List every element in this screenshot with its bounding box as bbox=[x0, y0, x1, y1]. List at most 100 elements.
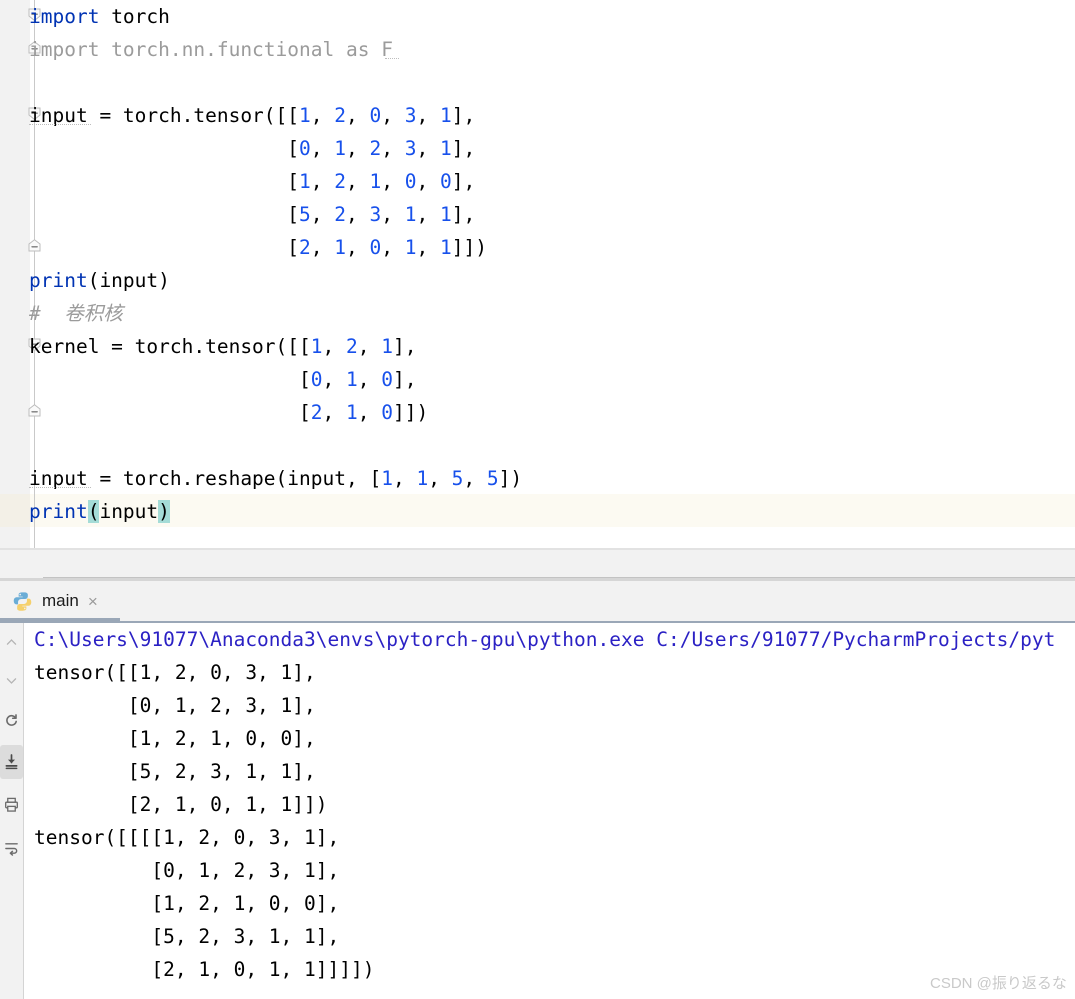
code-token: , bbox=[428, 467, 451, 490]
console-line: [5, 2, 3, 1, 1], bbox=[34, 920, 339, 953]
code-token: , bbox=[346, 137, 369, 160]
code-token: 2 bbox=[370, 137, 382, 160]
code-token: 5 bbox=[452, 467, 464, 490]
code-token: ]]) bbox=[393, 401, 428, 424]
code-line[interactable]: input = torch.tensor([[1, 2, 0, 3, 1], bbox=[29, 99, 475, 132]
code-token: [ bbox=[29, 170, 299, 193]
code-line[interactable]: [5, 2, 3, 1, 1], bbox=[29, 198, 475, 231]
code-token: , bbox=[393, 467, 416, 490]
code-token: [ bbox=[29, 401, 311, 424]
code-token: , bbox=[463, 467, 486, 490]
code-line[interactable]: input = torch.reshape(input, [1, 1, 5, 5… bbox=[29, 462, 522, 495]
chevron-up-icon[interactable] bbox=[0, 627, 23, 657]
code-token: , bbox=[323, 368, 346, 391]
python-icon bbox=[12, 591, 33, 612]
code-token: , bbox=[358, 401, 381, 424]
code-token: , bbox=[346, 236, 369, 259]
code-token: 1 bbox=[334, 236, 346, 259]
code-token: , bbox=[346, 104, 369, 127]
code-editor-pane[interactable]: import torch import torch.nn.functional a… bbox=[0, 0, 1075, 548]
soft-wrap-icon[interactable] bbox=[0, 833, 23, 863]
code-token: 3 bbox=[405, 137, 417, 160]
code-token: 0 bbox=[299, 137, 311, 160]
code-token: 5 bbox=[299, 203, 311, 226]
code-token: ], bbox=[393, 335, 416, 358]
code-token: , bbox=[311, 236, 334, 259]
console-line: [0, 1, 2, 3, 1], bbox=[34, 854, 339, 887]
chevron-down-icon[interactable] bbox=[0, 665, 23, 695]
code-token: 0 bbox=[370, 104, 382, 127]
code-token: 2 bbox=[311, 401, 323, 424]
code-token: 1 bbox=[299, 104, 311, 127]
code-token: , bbox=[381, 203, 404, 226]
code-line[interactable]: import torch bbox=[29, 0, 170, 33]
code-token: 0 bbox=[405, 170, 417, 193]
code-line[interactable]: [2, 1, 0]]) bbox=[29, 396, 428, 429]
code-token: 1 bbox=[334, 137, 346, 160]
console-toolbar bbox=[0, 623, 23, 999]
code-token: 1 bbox=[346, 368, 358, 391]
tool-window-gap bbox=[0, 550, 1075, 580]
code-token: print bbox=[29, 500, 88, 523]
close-icon[interactable]: × bbox=[88, 593, 98, 610]
code-token: 1 bbox=[405, 203, 417, 226]
code-token: , bbox=[311, 104, 334, 127]
code-token: 2 bbox=[334, 104, 346, 127]
code-token: # 卷积核 bbox=[29, 302, 123, 325]
code-token: , bbox=[381, 104, 404, 127]
code-token: 1 bbox=[405, 236, 417, 259]
console-line: [1, 2, 1, 0, 0], bbox=[34, 722, 316, 755]
code-line[interactable]: print(input) bbox=[29, 264, 170, 297]
code-text-area[interactable]: import torch import torch.nn.functional a… bbox=[0, 0, 1075, 548]
code-token: [ bbox=[29, 203, 299, 226]
code-line[interactable]: [1, 2, 1, 0, 0], bbox=[29, 165, 475, 198]
code-line[interactable]: [0, 1, 0], bbox=[29, 363, 416, 396]
code-token: 0 bbox=[381, 368, 393, 391]
code-token: 1 bbox=[440, 104, 452, 127]
console-line: [2, 1, 0, 1, 1]]) bbox=[34, 788, 328, 821]
code-line[interactable]: kernel = torch.tensor([[1, 2, 1], bbox=[29, 330, 416, 363]
code-line[interactable]: [2, 1, 0, 1, 1]]) bbox=[29, 231, 487, 264]
code-token: , bbox=[381, 170, 404, 193]
code-token: 1 bbox=[440, 137, 452, 160]
code-token: kernel = torch.tensor([[ bbox=[29, 335, 311, 358]
code-line[interactable]: # 卷积核 bbox=[29, 297, 123, 330]
console-line: C:\Users\91077\Anaconda3\envs\pytorch-gp… bbox=[34, 623, 1055, 656]
code-token: , bbox=[381, 236, 404, 259]
code-token: [ bbox=[29, 368, 311, 391]
console-output[interactable]: C:\Users\91077\Anaconda3\envs\pytorch-gp… bbox=[24, 623, 1075, 999]
code-token: ) bbox=[158, 500, 170, 523]
code-line[interactable]: import torch.nn.functional as F bbox=[29, 33, 393, 66]
console-line: [1, 2, 1, 0, 0], bbox=[34, 887, 339, 920]
code-token: ]) bbox=[499, 467, 522, 490]
code-token: 1 bbox=[299, 170, 311, 193]
code-token: , bbox=[311, 137, 334, 160]
print-icon[interactable] bbox=[0, 789, 23, 819]
code-token: 3 bbox=[405, 104, 417, 127]
scroll-to-end-icon[interactable] bbox=[0, 745, 23, 779]
code-token: , bbox=[381, 137, 404, 160]
code-token: , bbox=[311, 203, 334, 226]
code-token: 1 bbox=[346, 401, 358, 424]
code-token: , bbox=[416, 137, 439, 160]
code-token: import torch.nn.functional as F bbox=[29, 38, 393, 61]
run-tab-main[interactable]: main × bbox=[0, 581, 112, 621]
code-token: ], bbox=[393, 368, 416, 391]
code-token: ], bbox=[452, 203, 475, 226]
code-token: 1 bbox=[311, 335, 323, 358]
rerun-icon[interactable] bbox=[0, 705, 23, 735]
code-token: , bbox=[416, 236, 439, 259]
code-token: print bbox=[29, 269, 88, 292]
code-token: 5 bbox=[487, 467, 499, 490]
code-token: torch bbox=[111, 5, 170, 28]
code-token: 1 bbox=[440, 203, 452, 226]
code-line[interactable]: [0, 1, 2, 3, 1], bbox=[29, 132, 475, 165]
code-token: , bbox=[311, 170, 334, 193]
code-token: import bbox=[29, 5, 111, 28]
console-line: [2, 1, 0, 1, 1]]]]) bbox=[34, 953, 374, 986]
code-line[interactable]: print(input) bbox=[29, 495, 170, 528]
code-token: [ bbox=[29, 236, 299, 259]
unused-import-underline bbox=[385, 56, 399, 59]
code-token: , bbox=[416, 170, 439, 193]
run-tab-label: main bbox=[42, 591, 79, 611]
